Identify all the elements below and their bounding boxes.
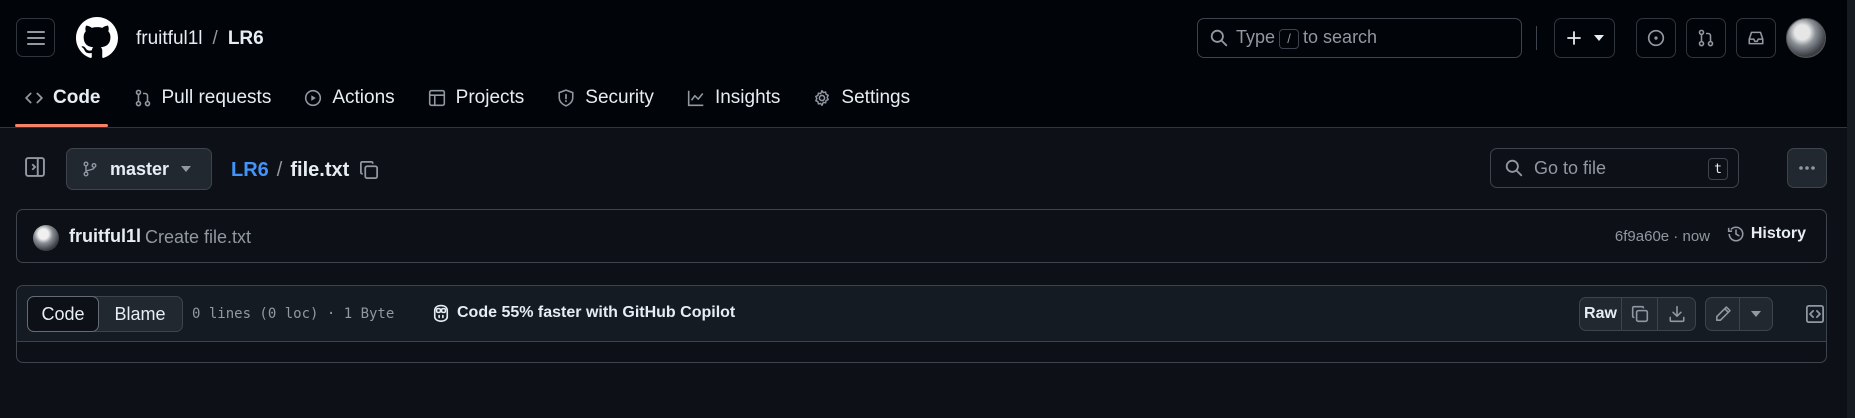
global-header: fruitful1l / LR6 Type / to search Code P… (0, 0, 1847, 128)
search-placeholder-before: Type (1236, 27, 1276, 48)
expand-file-tree-button[interactable] (24, 156, 46, 178)
tab-label: Settings (841, 87, 911, 108)
tab-label: Projects (455, 87, 525, 108)
tab-actions[interactable]: Actions (295, 76, 403, 120)
git-branch-icon (82, 161, 98, 177)
copy-path-icon[interactable] (359, 160, 379, 180)
more-options-button[interactable] (1787, 148, 1827, 188)
go-to-file-shortcut: t (1708, 158, 1728, 180)
go-to-file-placeholder: Go to file (1534, 157, 1607, 178)
search-icon (1210, 29, 1228, 47)
issue-opened-icon (1647, 29, 1665, 47)
copilot-promo-link[interactable]: Code 55% faster with GitHub Copilot (431, 303, 735, 323)
tab-projects[interactable]: Projects (419, 76, 534, 120)
git-pull-request-icon (134, 89, 152, 107)
graph-icon (687, 89, 705, 107)
user-avatar[interactable] (1786, 18, 1826, 58)
kebab-horizontal-icon (1798, 165, 1816, 171)
copilot-promo-text: Code 55% faster with GitHub Copilot (457, 304, 736, 321)
tab-label: Code (53, 87, 101, 108)
code-square-icon (1805, 304, 1825, 324)
edit-file-button[interactable] (1706, 298, 1740, 330)
tab-label: Pull requests (161, 87, 272, 108)
latest-commit: fruitful1l Create file.txt 6f9a60e · now… (16, 209, 1827, 263)
download-icon (1668, 305, 1686, 323)
plus-icon (1566, 30, 1582, 46)
search-input[interactable]: Type / to search (1197, 18, 1522, 58)
tab-pull-requests[interactable]: Pull requests (125, 76, 281, 120)
repo-breadcrumb: fruitful1l / LR6 (136, 18, 264, 59)
copilot-icon (431, 303, 451, 323)
create-new-button[interactable] (1554, 18, 1615, 58)
play-icon (304, 89, 322, 107)
breadcrumb-separator: / (276, 158, 283, 181)
issues-button[interactable] (1636, 18, 1676, 58)
tab-insights[interactable]: Insights (678, 76, 789, 120)
code-view-button[interactable]: Code (27, 296, 99, 332)
inbox-icon (1747, 29, 1765, 47)
scrollbar-track[interactable] (1847, 0, 1855, 418)
edit-options-dropdown[interactable] (1740, 298, 1772, 330)
branch-name: master (110, 158, 170, 179)
symbols-panel-button[interactable] (1798, 297, 1832, 331)
copy-raw-button[interactable] (1622, 298, 1658, 330)
file-info: 0 lines (0 loc) · 1 Byte (192, 306, 395, 322)
code-icon (25, 89, 43, 107)
tab-label: Security (585, 87, 654, 108)
file-breadcrumb: LR6 / file.txt (231, 155, 379, 185)
commit-sha-time[interactable]: 6f9a60e · now (1615, 228, 1710, 245)
branch-selector[interactable]: master (66, 148, 212, 190)
caret-down-icon (1751, 311, 1761, 317)
owner-link[interactable]: fruitful1l (136, 28, 203, 50)
gear-icon (813, 89, 831, 107)
repo-link[interactable]: LR6 (228, 28, 264, 50)
caret-down-icon (181, 166, 192, 172)
pencil-icon (1714, 305, 1732, 323)
file-header: Code Blame 0 lines (0 loc) · 1 Byte Code… (17, 286, 1826, 342)
raw-button[interactable]: Raw (1580, 298, 1622, 330)
header-divider (1536, 26, 1537, 50)
commit-author-avatar[interactable] (33, 225, 59, 251)
inbox-button[interactable] (1736, 18, 1776, 58)
git-pull-request-icon (1697, 29, 1715, 47)
table-icon (428, 89, 446, 107)
search-shortcut-key: / (1279, 28, 1300, 49)
go-to-file-input[interactable]: Go to file t (1490, 148, 1739, 188)
commit-message[interactable]: Create file.txt (145, 227, 251, 248)
edit-actions-group (1705, 297, 1773, 331)
history-button[interactable]: History (1727, 225, 1806, 243)
github-logo-icon[interactable] (76, 17, 118, 59)
download-button[interactable] (1658, 298, 1695, 330)
tab-label: Insights (714, 87, 781, 108)
repo-tabs: Code Pull requests Actions Projects Secu… (16, 76, 934, 128)
history-label: History (1750, 225, 1806, 242)
breadcrumb-separator: / (212, 27, 218, 49)
file-actions-group: Raw (1579, 297, 1696, 331)
blame-view-button[interactable]: Blame (98, 297, 182, 331)
breadcrumb-file-name: file.txt (290, 158, 350, 181)
history-icon (1727, 225, 1745, 243)
tab-code[interactable]: Code (16, 76, 110, 120)
commit-author[interactable]: fruitful1l (69, 226, 141, 247)
copy-icon (1631, 305, 1649, 323)
search-placeholder-after: to search (1303, 27, 1378, 48)
tab-settings[interactable]: Settings (804, 76, 919, 120)
shield-icon (557, 89, 575, 107)
tab-security[interactable]: Security (548, 76, 663, 120)
tab-label: Actions (332, 87, 395, 108)
pull-requests-button[interactable] (1686, 18, 1726, 58)
sidebar-expand-icon (24, 156, 46, 178)
menu-button[interactable] (16, 18, 55, 57)
active-tab-indicator (15, 124, 108, 127)
search-icon (1505, 159, 1523, 177)
breadcrumb-repo-link[interactable]: LR6 (231, 159, 269, 182)
hamburger-icon (26, 30, 45, 46)
file-viewer: Code Blame 0 lines (0 loc) · 1 Byte Code… (16, 285, 1827, 363)
caret-down-icon (1593, 35, 1604, 41)
view-mode-toggle: Code Blame (27, 296, 183, 332)
